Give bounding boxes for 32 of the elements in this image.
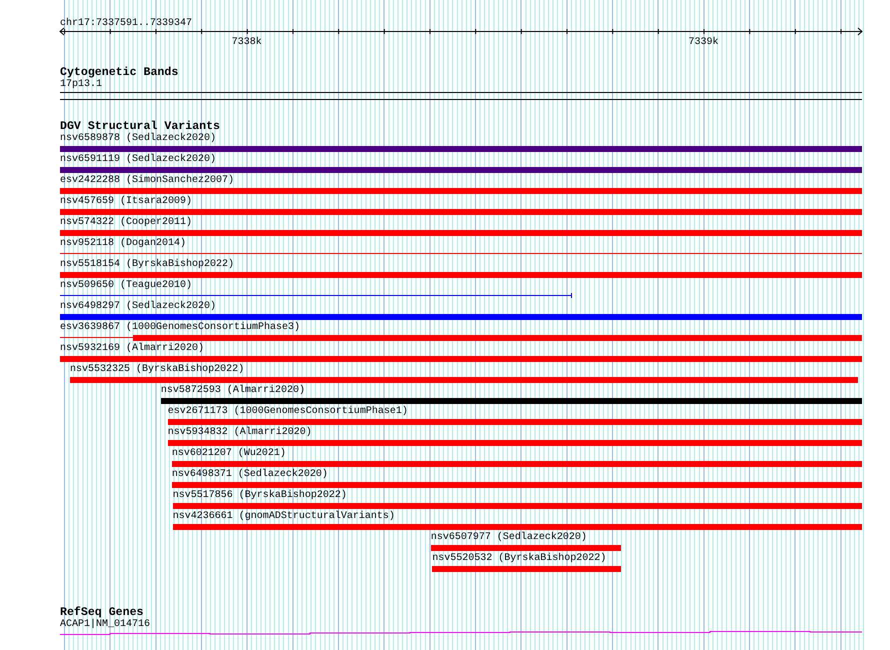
variant-label: nsv5872593 (Almarri2020) (160, 385, 305, 397)
variant-label: nsv457659 (Itsara2009) (60, 196, 192, 208)
variant-label: nsv4236661 (gnomADStructuralVariants) (172, 511, 395, 523)
track-title: Cytogenetic Bands (60, 67, 178, 79)
variant-bar[interactable] (60, 293, 572, 298)
gene-line[interactable] (60, 631, 862, 635)
variant-label: nsv5517856 (ByrskaBishop2022) (172, 490, 347, 502)
variant-label: nsv5518154 (ByrskaBishop2022) (60, 259, 234, 271)
variant-label: nsv5934832 (Almarri2020) (168, 427, 312, 439)
variant-label: nsv5532325 (ByrskaBishop2022) (70, 364, 244, 376)
variant-label: nsv5520532 (ByrskaBishop2022) (432, 553, 606, 565)
variant-label: nsv952118 (Dogan2014) (60, 238, 186, 250)
variant-label: esv2422288 (SimonSanchez2007) (60, 175, 234, 187)
variant-label: nsv509650 (Teague2010) (60, 280, 192, 292)
tick-label: 7338k (232, 37, 262, 48)
variant-label: nsv6507977 (Sedlazeck2020) (430, 532, 587, 544)
variant-label: nsv574322 (Cooper2011) (60, 217, 192, 229)
variant-label: nsv6498297 (Sedlazeck2020) (60, 301, 216, 313)
variant-label: nsv6591119 (Sedlazeck2020) (60, 154, 216, 166)
variant-label: nsv6589878 (Sedlazeck2020) (60, 133, 216, 145)
variant-label: nsv6021207 (Wu2021) (172, 448, 286, 460)
track-title: RefSeq Genes (60, 607, 144, 619)
track-title: DGV Structural Variants (60, 121, 220, 133)
region-label: chr17:7337591..7339347 (60, 18, 192, 29)
band-label: 17p13.1 (60, 79, 102, 90)
tick-label: 7339k (688, 37, 719, 48)
variant-label: esv3639867 (1000GenomesConsortiumPhase3) (60, 322, 300, 334)
variant-label: esv2671173 (1000GenomesConsortiumPhase1) (168, 406, 408, 418)
gene-label: ACAP1|NM_014716 (60, 619, 150, 630)
variant-bar[interactable] (60, 335, 862, 341)
variant-label: nsv6498371 (Sedlazeck2020) (172, 469, 328, 481)
variant-label: nsv5932169 (Almarri2020) (60, 343, 204, 355)
